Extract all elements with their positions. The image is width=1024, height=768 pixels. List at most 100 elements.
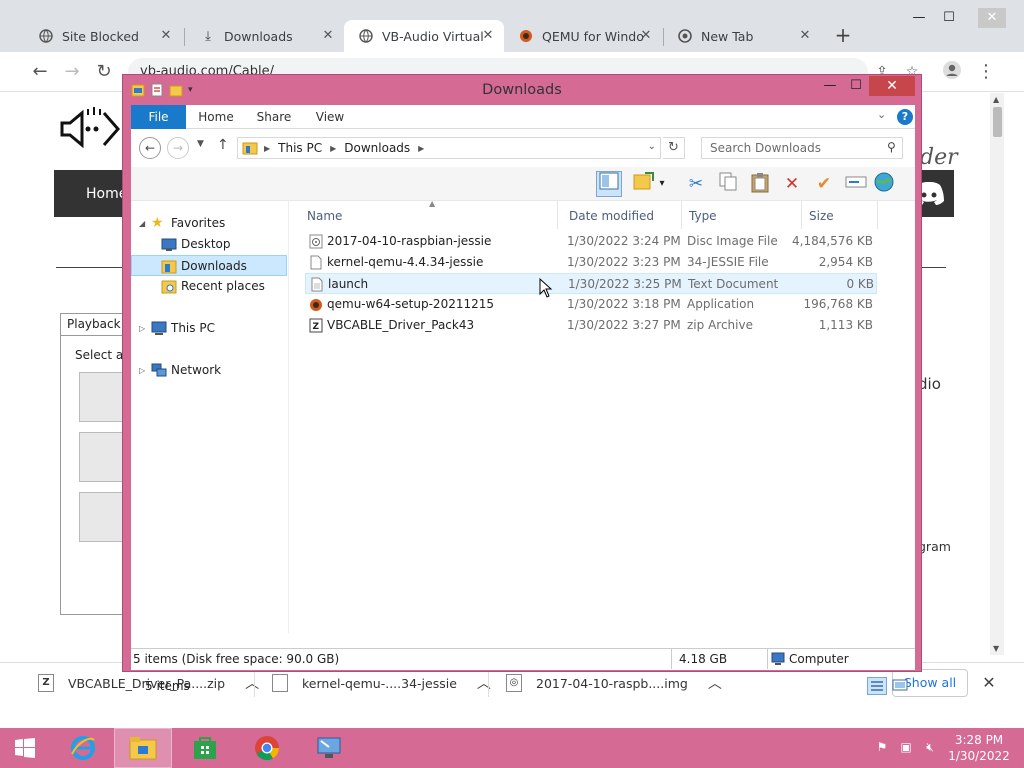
clock-date: 1/30/2022 bbox=[948, 749, 1010, 763]
tab-file[interactable]: File bbox=[131, 105, 186, 129]
taskbar-file-explorer[interactable] bbox=[114, 728, 172, 768]
tab-home[interactable]: Home bbox=[191, 105, 241, 129]
tab-close-icon[interactable]: ✕ bbox=[797, 28, 813, 44]
scroll-thumb[interactable] bbox=[993, 107, 1002, 137]
close-icon[interactable]: ✕ bbox=[980, 671, 998, 695]
column-name[interactable]: Name bbox=[307, 209, 342, 223]
refresh-icon[interactable]: ↻ bbox=[663, 137, 685, 159]
column-divider[interactable] bbox=[801, 201, 802, 229]
file-row[interactable]: 2017-04-10-raspbian-jessie 1/30/2022 3:2… bbox=[305, 231, 877, 252]
tab-downloads[interactable]: ⤓ Downloads ✕ bbox=[186, 20, 344, 52]
forward-icon[interactable]: → bbox=[60, 60, 84, 84]
nav-this-pc[interactable]: ▷ This PC bbox=[131, 318, 287, 339]
taskbar-remote-app[interactable] bbox=[300, 728, 358, 768]
column-type[interactable]: Type bbox=[689, 209, 717, 223]
volume-muted-icon[interactable]: 🔇︎ bbox=[922, 740, 938, 756]
expand-ribbon-icon[interactable]: ⌄ bbox=[877, 108, 886, 121]
close-icon[interactable]: ✕ bbox=[978, 8, 1006, 28]
scroll-down-icon[interactable]: ▼ bbox=[993, 644, 999, 653]
back-icon[interactable]: ← bbox=[139, 137, 161, 159]
zip-icon: Z bbox=[309, 318, 323, 333]
details-view-icon[interactable] bbox=[867, 677, 887, 695]
search-icon[interactable]: ⚲ bbox=[887, 140, 896, 154]
rename-icon[interactable] bbox=[843, 171, 869, 197]
new-tab-button[interactable]: + bbox=[834, 24, 852, 46]
tab-new-tab[interactable]: New Tab ✕ bbox=[663, 20, 821, 52]
breadcrumb-arrow-icon[interactable]: ▶ bbox=[418, 144, 424, 153]
profile-icon[interactable] bbox=[940, 60, 964, 84]
globe-network-icon[interactable] bbox=[871, 171, 897, 197]
explorer-titlebar[interactable]: ▾ Downloads — ☐ ✕ bbox=[123, 75, 921, 105]
back-icon[interactable]: ← bbox=[28, 60, 52, 84]
folder-options-icon[interactable] bbox=[631, 171, 657, 197]
address-row: ← → ▼ ↑ ▶ This PC ▶ Downloads ▶ ⌄ ↻ Sear… bbox=[131, 129, 915, 167]
tab-share[interactable]: Share bbox=[249, 105, 299, 129]
computer-icon bbox=[151, 321, 167, 335]
file-row[interactable]: qemu-w64-setup-20211215 1/30/2022 3:18 P… bbox=[305, 294, 877, 315]
search-input[interactable]: Search Downloads bbox=[701, 137, 903, 159]
nav-recent-places[interactable]: Recent places bbox=[131, 276, 287, 297]
tab-view[interactable]: View bbox=[307, 105, 353, 129]
checkmark-icon[interactable]: ✔ bbox=[811, 171, 837, 197]
file-row[interactable]: Z VBCABLE_Driver_Pack43 1/30/2022 3:27 P… bbox=[305, 315, 877, 336]
cut-icon[interactable]: ✂ bbox=[683, 171, 709, 197]
taskbar-ie[interactable] bbox=[54, 728, 112, 768]
delete-icon[interactable]: ✕ bbox=[779, 171, 805, 197]
taskbar-store[interactable] bbox=[176, 728, 234, 768]
tab-close-icon[interactable]: ✕ bbox=[158, 28, 174, 44]
breadcrumb-arrow-icon[interactable]: ▶ bbox=[330, 144, 336, 153]
chevron-down-icon[interactable]: ⌄ bbox=[648, 141, 656, 152]
column-date-modified[interactable]: Date modified bbox=[569, 209, 654, 223]
file-name: VBCABLE_Driver_Pack43 bbox=[327, 318, 475, 332]
tab-close-icon[interactable]: ✕ bbox=[480, 28, 496, 44]
address-bar[interactable]: ▶ This PC ▶ Downloads ▶ ⌄ bbox=[237, 137, 661, 159]
preview-pane-icon[interactable] bbox=[596, 171, 622, 197]
up-icon[interactable]: ↑ bbox=[217, 137, 229, 153]
explorer-body: ← → ▼ ↑ ▶ This PC ▶ Downloads ▶ ⌄ ↻ Sear… bbox=[131, 129, 915, 695]
status-bar: 5 items (Disk free space: 90.0 GB) 4.18 … bbox=[131, 648, 915, 670]
expand-arrow-icon[interactable]: ▷ bbox=[139, 360, 145, 381]
close-icon[interactable]: ✕ bbox=[869, 76, 915, 96]
paste-icon[interactable] bbox=[747, 171, 773, 197]
network-tray-icon[interactable]: ▣ bbox=[898, 740, 914, 756]
start-button[interactable] bbox=[0, 728, 50, 768]
column-divider[interactable] bbox=[557, 201, 558, 229]
recent-locations-icon[interactable]: ▼ bbox=[197, 139, 204, 149]
expand-arrow-icon[interactable]: ▷ bbox=[139, 318, 145, 339]
taskbar-clock[interactable]: 3:28 PM 1/30/2022 bbox=[946, 732, 1012, 764]
minimize-icon[interactable]: — bbox=[904, 8, 934, 28]
help-icon[interactable]: ? bbox=[897, 109, 913, 125]
maximize-icon[interactable]: ☐ bbox=[843, 77, 869, 97]
nav-downloads[interactable]: Downloads bbox=[131, 255, 287, 276]
breadcrumb-arrow-icon[interactable]: ▶ bbox=[264, 144, 270, 153]
nav-favorites[interactable]: ◢ ★ Favorites bbox=[131, 213, 287, 234]
menu-kebab-icon[interactable]: ⋮ bbox=[974, 60, 998, 84]
column-divider[interactable] bbox=[681, 201, 682, 229]
scroll-up-icon[interactable]: ▲ bbox=[993, 95, 999, 104]
chevron-down-icon[interactable]: ▾ bbox=[655, 171, 669, 197]
forward-icon[interactable]: → bbox=[167, 137, 189, 159]
breadcrumb-this-pc[interactable]: This PC bbox=[278, 141, 322, 155]
file-row[interactable]: launch 1/30/2022 3:25 PM Text Document 0… bbox=[305, 273, 877, 294]
tab-close-icon[interactable]: ✕ bbox=[638, 28, 654, 44]
taskbar-chrome[interactable] bbox=[238, 728, 296, 768]
file-row[interactable]: kernel-qemu-4.4.34-jessie 1/30/2022 3:23… bbox=[305, 252, 877, 273]
large-icons-view-icon[interactable] bbox=[891, 677, 911, 695]
maximize-icon[interactable]: ☐ bbox=[934, 8, 964, 28]
column-divider[interactable] bbox=[877, 201, 878, 229]
copy-icon[interactable] bbox=[715, 171, 741, 197]
page-scrollbar[interactable]: ▲ ▼ bbox=[990, 93, 1004, 655]
action-center-flag-icon[interactable]: ⚑ bbox=[874, 740, 890, 756]
breadcrumb-downloads[interactable]: Downloads bbox=[344, 141, 410, 155]
tab-qemu[interactable]: QEMU for Windo ✕ bbox=[504, 20, 662, 52]
tab-site-blocked[interactable]: Site Blocked ✕ bbox=[24, 20, 182, 52]
computer-icon bbox=[771, 652, 785, 672]
expand-arrow-icon[interactable]: ◢ bbox=[139, 213, 145, 234]
tab-vb-audio[interactable]: VB-Audio Virtual ✕ bbox=[344, 20, 504, 52]
nav-desktop[interactable]: Desktop bbox=[131, 234, 287, 255]
reload-icon[interactable]: ↻ bbox=[92, 60, 116, 84]
column-size[interactable]: Size bbox=[809, 209, 834, 223]
nav-network[interactable]: ▷ Network bbox=[131, 360, 287, 381]
tab-close-icon[interactable]: ✕ bbox=[320, 28, 336, 44]
minimize-icon[interactable]: — bbox=[817, 77, 843, 97]
